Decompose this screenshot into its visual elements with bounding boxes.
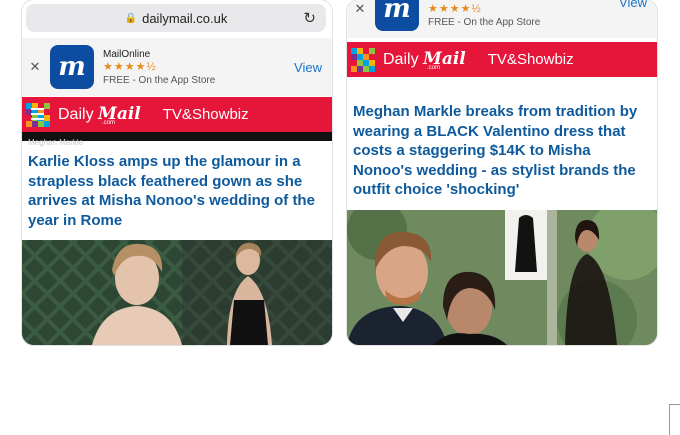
section-label[interactable]: TV&Showbiz: [488, 51, 574, 68]
photo-harry-meghan: [347, 210, 657, 345]
app-store-text: FREE - On the App Store: [103, 74, 216, 86]
app-banner: ✕ m MailOnline ★★★★½ FREE - On the App S…: [22, 38, 332, 96]
masthead: Daily Mail .com TV&Showbiz: [22, 97, 332, 132]
app-name: MailOnline: [103, 48, 151, 60]
logo-squares: [351, 47, 375, 72]
address-bar[interactable]: 🔒 dailymail.co.uk ↻: [26, 4, 326, 32]
article-headline[interactable]: Meghan Markle breaks from tradition by w…: [353, 102, 651, 200]
app-banner: ✕ m ★★★★½ FREE - On the App Store View: [347, 0, 657, 38]
rating-stars: ★★★★½: [428, 3, 482, 15]
view-button[interactable]: View: [619, 0, 647, 10]
close-icon[interactable]: ✕: [26, 59, 44, 75]
article-photo[interactable]: [347, 210, 657, 345]
rating-stars: ★★★★½: [103, 60, 157, 73]
url-text: dailymail.co.uk: [142, 10, 228, 26]
right-screenshot: ✕ m ★★★★½ FREE - On the App Store View D…: [347, 0, 657, 345]
dailymail-logo[interactable]: Daily Mail .com: [58, 104, 141, 126]
mail-app-icon: m: [50, 45, 94, 89]
view-button[interactable]: View: [294, 60, 322, 75]
photo-karlie-kloss: [22, 240, 332, 345]
mail-app-icon: m: [375, 0, 419, 31]
article-photo[interactable]: [22, 240, 332, 345]
left-screenshot: 🔒 dailymail.co.uk ↻ ✕ m MailOnline ★★★★½…: [22, 0, 332, 345]
article-headline[interactable]: Karlie Kloss amps up the glamour in a st…: [28, 152, 326, 230]
section-label[interactable]: TV&Showbiz: [163, 106, 249, 123]
reload-icon[interactable]: ↻: [303, 9, 316, 27]
app-info: ★★★★½ FREE - On the App Store: [428, 3, 619, 29]
app-info: MailOnline ★★★★½ FREE - On the App Store: [103, 48, 294, 87]
lock-icon: 🔒: [124, 12, 138, 24]
page-corner: [669, 404, 680, 435]
subheader-strip: Meghan Markle: [22, 132, 332, 147]
dailymail-logo[interactable]: Daily Mail .com: [383, 49, 466, 71]
masthead: Daily Mail .com TV&Showbiz: [347, 42, 657, 77]
app-store-text: FREE - On the App Store: [428, 17, 541, 28]
close-icon[interactable]: ✕: [351, 1, 369, 17]
menu-icon[interactable]: [31, 108, 44, 120]
